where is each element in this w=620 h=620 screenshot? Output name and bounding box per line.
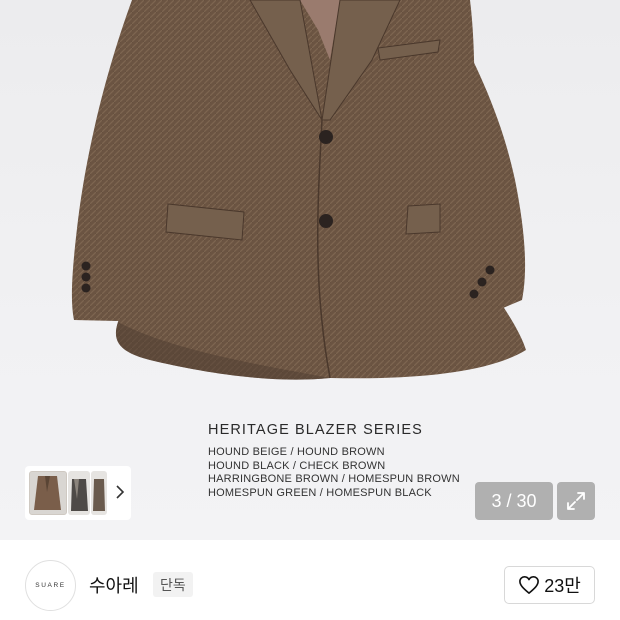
thumbnail-1[interactable] xyxy=(29,471,67,515)
thumbnail-strip[interactable] xyxy=(25,466,131,520)
exclusive-badge: 단독 xyxy=(153,572,193,597)
expand-icon xyxy=(567,492,585,510)
thumbnail-3[interactable] xyxy=(91,471,107,515)
shop-logo[interactable]: SUARE xyxy=(25,560,76,611)
series-caption: HERITAGE BLAZER SERIES HOUND BEIGE / HOU… xyxy=(208,422,460,500)
series-line: HARRINGBONE BROWN / HOMESPUN BROWN xyxy=(208,473,460,486)
thumbnail-jacket-dark xyxy=(93,479,105,511)
shop-name[interactable]: 수아레 xyxy=(89,572,139,598)
like-button[interactable]: 23만 xyxy=(504,566,595,604)
blazer-photo xyxy=(71,0,526,380)
series-line: HOUND BEIGE / HOUND BROWN xyxy=(208,446,385,458)
thumbnail-2[interactable] xyxy=(68,471,90,515)
thumbnail-jacket-brown xyxy=(34,476,61,510)
expand-button[interactable] xyxy=(557,482,595,520)
image-counter: 3 / 30 xyxy=(475,482,553,520)
product-image[interactable]: HERITAGE BLAZER SERIES HOUND BEIGE / HOU… xyxy=(0,0,620,540)
series-line: HOMESPUN GREEN / HOMESPUN BLACK xyxy=(208,486,432,499)
series-line: HOUND BLACK / CHECK BROWN xyxy=(208,459,386,472)
like-count: 23만 xyxy=(544,576,581,596)
thumbnail-jacket-grey xyxy=(71,479,88,511)
series-title: HERITAGE BLAZER SERIES xyxy=(208,422,423,438)
chevron-right-icon[interactable] xyxy=(115,484,125,505)
heart-outline-icon xyxy=(519,576,540,594)
